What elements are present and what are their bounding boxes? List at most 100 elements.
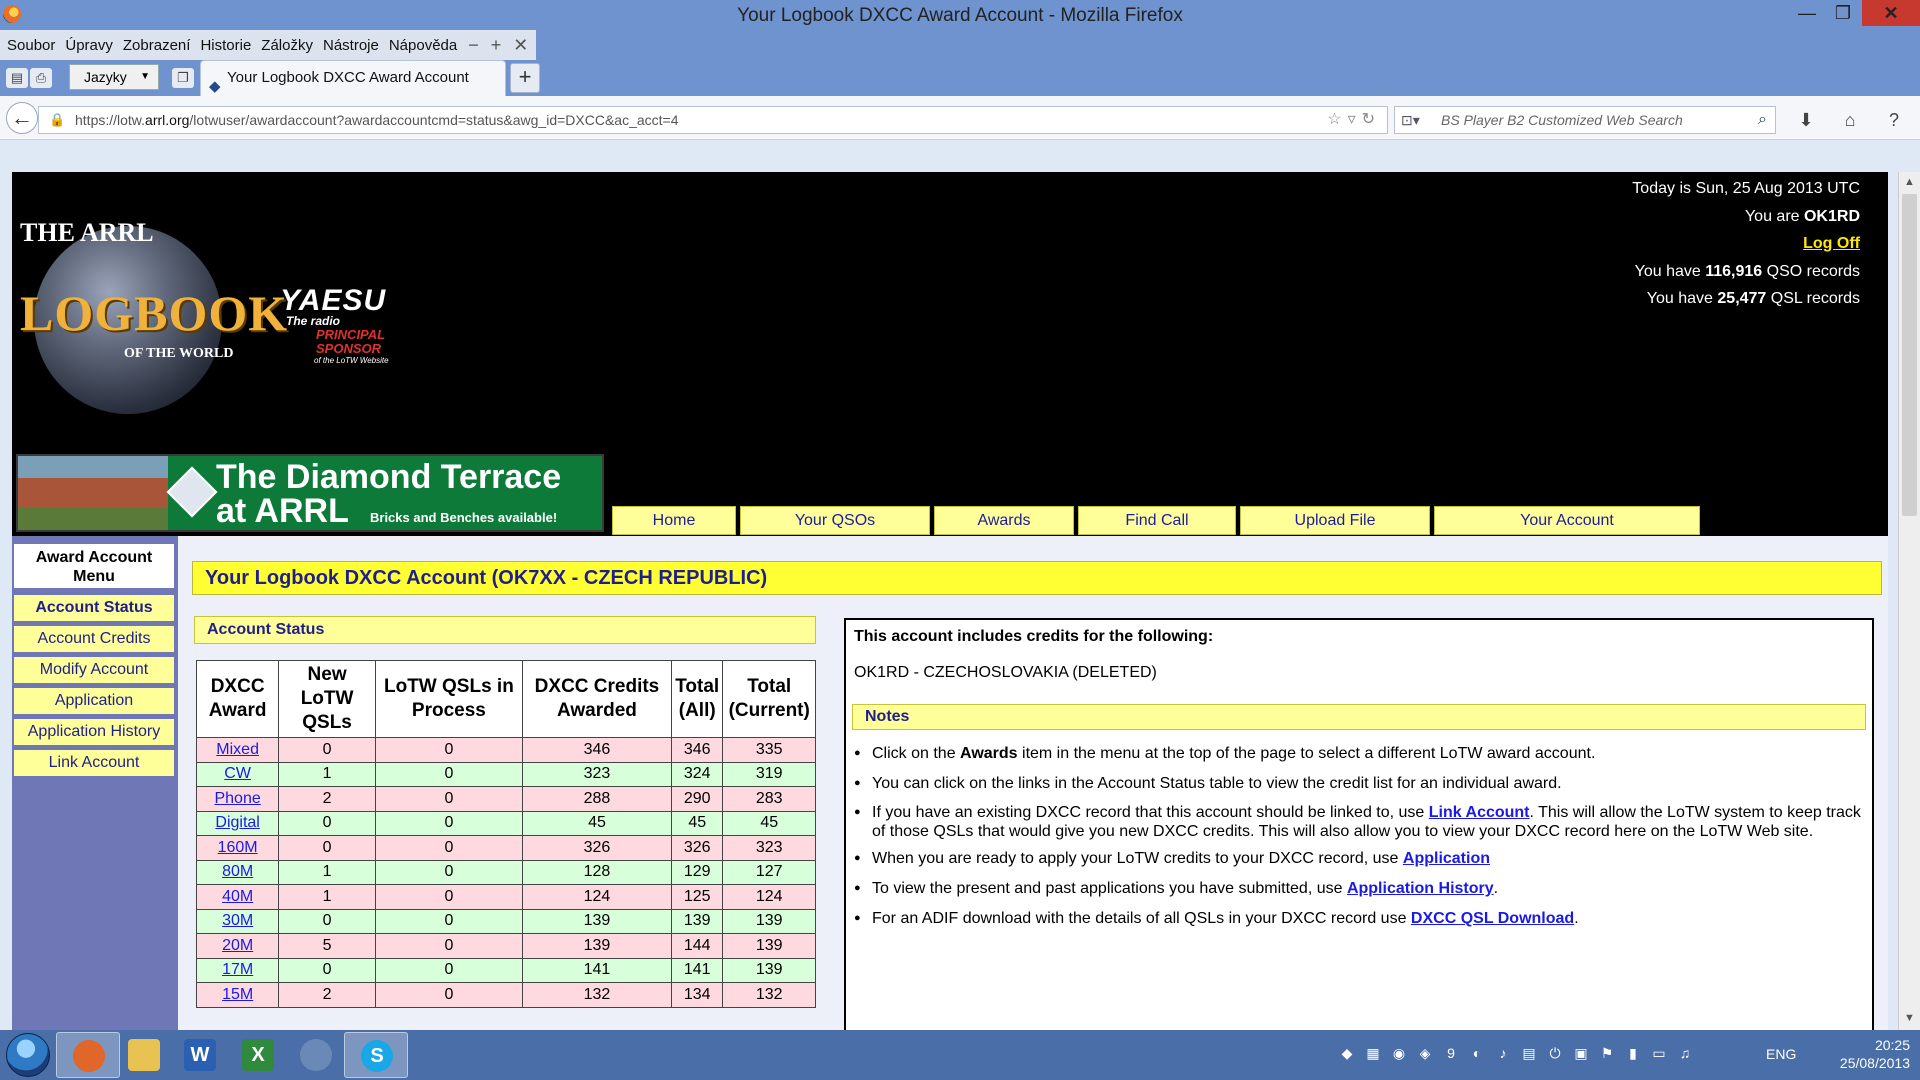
tray-icon[interactable]: ◉ [1388,1042,1410,1064]
scroll-up-icon[interactable]: ▲ [1899,176,1920,188]
nav-awards[interactable]: Awards [934,506,1074,535]
tab-active[interactable]: ◆ Your Logbook DXCC Award Account [200,60,506,96]
minus-icon[interactable]: − [468,35,479,56]
award-link[interactable]: 20M [222,937,253,954]
menu-account-credits[interactable]: Account Credits [14,626,174,652]
award-link[interactable]: 15M [222,986,253,1003]
table-cell: 346 [521,737,673,763]
tray-icon[interactable]: ♪ [1492,1042,1514,1064]
note-link[interactable]: Application [1403,850,1490,867]
back-button[interactable]: ← [6,102,38,134]
url-bar[interactable]: 🔒 https://lotw.arrl.org/lotwuser/awardac… [38,106,1388,134]
new-tab-button[interactable]: + [510,63,540,93]
note-link[interactable]: DXCC QSL Download [1411,910,1574,927]
award-link[interactable]: Mixed [216,741,259,758]
language-dropdown[interactable]: Jazyky ▼ [69,64,159,90]
menu-soubor[interactable]: Soubor [7,37,55,54]
tray-icon[interactable]: ⏻ [1544,1042,1566,1064]
diamond-terrace-ad[interactable]: The Diamond Terrace at ARRL Bricks and B… [16,454,604,532]
lotw-logo[interactable]: THE ARRL LOGBOOK OF THE WORLD [12,206,292,414]
nav-upload-file[interactable]: Upload File [1240,506,1430,535]
nav-home[interactable]: Home [612,506,736,535]
tray-icon[interactable]: ◐ [1466,1042,1488,1064]
nav-find-call[interactable]: Find Call [1078,506,1236,535]
bookmark-star-icon[interactable]: ☆▿↻ [1327,107,1381,133]
award-link[interactable]: 40M [222,888,253,905]
taskbar-skype[interactable]: S [344,1032,408,1078]
navigation-bar: ← 🔒 https://lotw.arrl.org/lotwuser/award… [0,96,1920,140]
page-scrollbar[interactable]: ▲ ▼ [1898,172,1920,1030]
search-icon[interactable]: ⌕ [1758,107,1767,133]
tray-icon[interactable]: ◆ [1336,1042,1358,1064]
table-cell: 335 [722,737,816,763]
table-cell: 326 [521,835,673,861]
help-icon[interactable]: ? [1880,106,1908,134]
menu-link-account[interactable]: Link Account [14,750,174,776]
award-link[interactable]: 80M [222,863,253,880]
tray-icon[interactable]: ♫ [1674,1042,1696,1064]
scroll-down-icon[interactable]: ▼ [1899,1012,1920,1024]
table-cell: 129 [671,859,724,885]
tray-icon[interactable]: ⚑ [1596,1042,1618,1064]
award-link[interactable]: Phone [214,790,260,807]
menu-modify-account[interactable]: Modify Account [14,657,174,683]
nav-your-qsos[interactable]: Your QSOs [740,506,930,535]
print-icon[interactable]: ⎙ [30,68,52,88]
close-button[interactable]: ✕ [1862,0,1920,26]
award-link[interactable]: 30M [222,912,253,929]
taskbar-word[interactable]: W [168,1032,232,1078]
tray-icon[interactable]: ◈ [1414,1042,1436,1064]
menu-zobrazeni[interactable]: Zobrazení [123,37,191,54]
menu-account-status[interactable]: Account Status [14,595,174,621]
qsl-records: You have 25,477 QSL records [1646,290,1860,307]
menu-zalozky[interactable]: Záložky [261,37,313,54]
tray-icon[interactable]: ▭ [1648,1042,1670,1064]
scroll-thumb[interactable] [1902,194,1917,516]
taskbar-thunderbird[interactable] [284,1032,348,1078]
menu-napoveda[interactable]: Nápověda [389,37,457,54]
excel-icon: X [242,1039,274,1071]
table-cell: 45 [671,810,724,836]
info-header: This account includes credits for the fo… [854,628,1214,645]
clock[interactable]: 20:25 25/08/2013 [1800,1036,1910,1072]
award-link[interactable]: CW [224,765,251,782]
download-icon[interactable]: ⬇ [1792,106,1820,134]
dxcc-table-body: Mixed 0 0 346 346 335 CW 1 0 323 324 319 Phone 2 0 288 2… [195,737,816,1008]
copy-icon[interactable]: ❐ [172,68,194,88]
table-cell: 134 [671,982,724,1008]
tray-icon[interactable]: ▮ [1622,1042,1644,1064]
tray-icon[interactable]: ▣ [1570,1042,1592,1064]
note-link[interactable]: Application History [1347,880,1494,897]
search-engine-icon[interactable]: ⊡▾ [1401,107,1420,133]
home-icon[interactable]: ⌂ [1836,106,1864,134]
start-button[interactable] [6,1033,50,1077]
minimize-button[interactable]: — [1790,0,1824,26]
menu-application-history[interactable]: Application History [14,719,174,745]
menu-application[interactable]: Application [14,688,174,714]
plus-icon[interactable]: + [491,35,502,56]
tray-icon[interactable]: ▤ [1518,1042,1540,1064]
sponsor-logo[interactable]: YAESU The radio PRINCIPAL SPONSOR of the… [280,284,440,384]
maximize-button[interactable]: ❐ [1826,0,1860,26]
award-link[interactable]: Digital [215,814,259,831]
logoff-link[interactable]: Log Off [1803,235,1860,252]
note-link[interactable]: Link Account [1429,804,1530,821]
award-link[interactable]: 160M [218,839,258,856]
table-cell: 346 [671,737,724,763]
callsign: OK1RD [1803,207,1860,225]
search-input[interactable]: ⊡▾ BS Player B2 Customized Web Search ⌕ [1394,106,1776,134]
award-link[interactable]: 17M [222,961,253,978]
taskbar-excel[interactable]: X [226,1032,290,1078]
clipboard-icon[interactable]: ▤ [6,68,28,88]
close-x-icon[interactable]: ✕ [513,35,528,56]
tray-icon[interactable]: 9 [1440,1042,1462,1064]
menu-nastroje[interactable]: Nástroje [323,37,379,54]
menu-upravy[interactable]: Úpravy [65,37,113,54]
tray-icon[interactable]: ▦ [1362,1042,1384,1064]
taskbar-firefox[interactable] [56,1032,120,1078]
note-item: If you have an existing DXCC record that… [854,803,1864,841]
taskbar-explorer[interactable] [112,1032,176,1078]
menu-historie[interactable]: Historie [200,37,251,54]
language-indicator[interactable]: ENG [1766,1046,1796,1062]
nav-your-account[interactable]: Your Account [1434,506,1700,535]
